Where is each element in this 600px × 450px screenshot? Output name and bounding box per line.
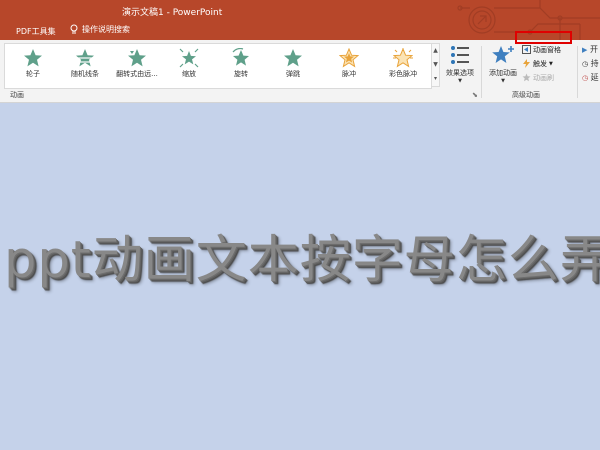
animation-gallery: 轮子 随机线条 翻转式由远... 缩放 旋转 弹跳 脉冲 彩色脉冲 [4, 43, 432, 89]
trigger-button[interactable]: 触发 ▼ [522, 58, 553, 69]
animation-wheel[interactable]: 轮子 [7, 46, 59, 86]
group-divider [481, 46, 482, 98]
animation-spin[interactable]: 旋转 [215, 46, 267, 86]
chevron-down-icon: ▼ [549, 60, 553, 67]
timing-delay[interactable]: ◷ 延 [582, 72, 599, 83]
add-animation-label: 添加动画 [489, 69, 517, 77]
animation-label: 脉冲 [342, 70, 356, 78]
painter-icon [522, 73, 531, 82]
animation-random-bars[interactable]: 随机线条 [59, 46, 111, 86]
star-flip-icon [128, 49, 146, 67]
animation-painter-button[interactable]: 动画刷 [522, 72, 554, 83]
tell-me-label: 操作说明搜索 [82, 25, 130, 34]
animation-pane-icon [522, 45, 531, 54]
animation-pane-label: 动画窗格 [533, 45, 561, 54]
menu-pdf-tools[interactable]: PDF工具集 [16, 26, 56, 37]
animation-label: 随机线条 [71, 70, 99, 78]
animation-label: 彩色脉冲 [389, 70, 417, 78]
animation-label: 翻转式由远... [116, 70, 158, 78]
star-wheel-icon [24, 49, 42, 67]
clock-icon: ◷ [582, 60, 589, 68]
group-label-advanced-animation: 高级动画 [512, 91, 540, 99]
effect-options-label: 效果选项 [446, 69, 474, 77]
star-zoom-icon [179, 48, 199, 68]
animation-pane-button[interactable]: 动画窗格 [522, 44, 561, 55]
chevron-down-icon: ▼ [501, 78, 505, 84]
animation-color-pulse[interactable]: 彩色脉冲 [377, 46, 429, 86]
timing-duration[interactable]: ◷ 持 [582, 58, 599, 69]
lightbulb-icon [70, 24, 78, 34]
animation-label: 旋转 [234, 70, 248, 78]
star-spin-icon [232, 48, 249, 66]
dialog-launcher-icon[interactable]: ⬊ [472, 91, 478, 99]
animation-painter-label: 动画刷 [533, 73, 554, 82]
chevron-down-icon: ▼ [458, 78, 462, 84]
more-icon[interactable]: ▾ [432, 72, 439, 86]
animation-label: 缩放 [182, 70, 196, 78]
play-icon: ▶ [582, 46, 588, 54]
lightning-icon [523, 59, 530, 68]
ribbon: 轮子 随机线条 翻转式由远... 缩放 旋转 弹跳 脉冲 彩色脉冲 ▲ ▼ ▾ … [0, 40, 600, 103]
timing-start[interactable]: ▶ 开 [582, 44, 598, 55]
add-animation-button[interactable]: 添加动画 ▼ [485, 44, 521, 88]
animation-flip[interactable]: 翻转式由远... [111, 46, 163, 86]
star-bounce-icon [284, 49, 302, 67]
star-color-pulse-icon [393, 48, 413, 68]
effect-options-button[interactable]: 效果选项 ▼ [442, 44, 478, 88]
add-animation-star-icon [492, 46, 514, 63]
animation-pane-highlight [515, 31, 572, 44]
scroll-down-icon[interactable]: ▼ [432, 58, 439, 72]
window-title: 演示文稿1 - PowerPoint [122, 8, 223, 18]
group-divider [577, 46, 578, 98]
timing-delay-label: 延 [590, 73, 599, 82]
gallery-scrollbar[interactable]: ▲ ▼ ▾ [431, 43, 440, 87]
tell-me-search[interactable]: 操作说明搜索 [70, 24, 130, 35]
animation-label: 轮子 [26, 70, 40, 78]
animation-zoom[interactable]: 缩放 [163, 46, 215, 86]
scroll-up-icon[interactable]: ▲ [432, 44, 439, 58]
slide-text[interactable]: ppt动画文本按字母怎么弄 [4, 218, 600, 292]
animation-pulse[interactable]: 脉冲 [323, 46, 375, 86]
clock-icon: ◷ [582, 74, 589, 82]
group-label-animation: 动画 [10, 91, 24, 99]
star-pulse-icon [339, 48, 359, 68]
star-random-bars-icon [76, 49, 94, 67]
animation-label: 弹跳 [286, 70, 300, 78]
animation-bounce[interactable]: 弹跳 [267, 46, 319, 86]
trigger-label: 触发 [533, 59, 547, 68]
timing-duration-label: 持 [590, 59, 599, 68]
effect-options-icon [451, 46, 469, 64]
timing-start-label: 开 [589, 45, 598, 54]
